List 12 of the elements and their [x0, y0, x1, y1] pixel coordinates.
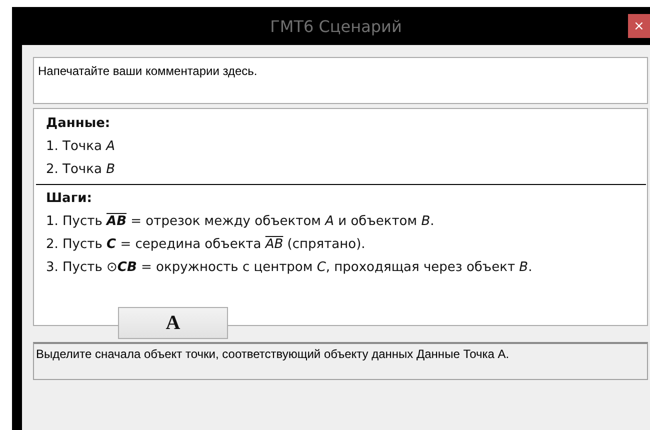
script-line: 2. Пусть C = середина объекта AB (спрятано).	[46, 236, 366, 254]
font-button[interactable]: A	[118, 307, 228, 339]
window-title: ГМТ6 Сценарий	[270, 16, 402, 36]
script-line: 3. Пусть ⊙CB = окружность с центром C, проходящая через объект B.	[46, 259, 534, 277]
comment-field[interactable]: Напечатайте ваши комментарии здесь.	[33, 57, 648, 104]
section-heading: Данные:	[46, 115, 112, 133]
script-line: 1. Пусть AB = отрезок между объектом A и объектом B.	[46, 213, 436, 231]
script-line: 1. Точка A	[46, 138, 116, 156]
close-button[interactable]: ×	[628, 14, 650, 38]
script-line: 2. Точка B	[46, 161, 116, 179]
section-heading: Шаги:	[46, 190, 93, 208]
status-message: Выделите сначала объект точки, соответствующий объекту данных Данные Точка A.	[33, 342, 648, 380]
